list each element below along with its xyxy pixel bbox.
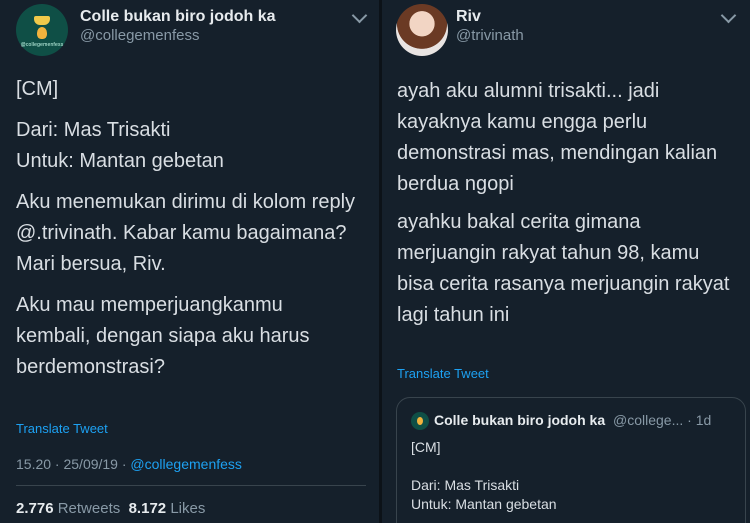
likes-count[interactable]: 8.172 [129,500,167,517]
tweet-line: kayaknya kamu engga perlu [397,111,648,133]
lightbulb-icon [417,417,423,425]
likes-label[interactable]: Likes [170,500,205,517]
chevron-down-icon[interactable] [720,7,737,24]
user-handle[interactable]: @trivinath [456,27,524,44]
tweet-left: @collegemenfess Colle bukan biro jodoh k… [0,0,379,523]
tweet-right: Riv @trivinath ayah aku alumni trisakti.… [382,0,750,523]
display-name[interactable]: Riv [456,8,481,26]
quoted-display-name: Colle bukan biro jodoh ka [434,412,606,428]
tweet-line: Aku menemukan dirimu di kolom reply [16,191,356,213]
quoted-line: [CM] [411,439,441,455]
tweet-line: Untuk: Mantan gebetan [16,150,224,172]
retweets-count[interactable]: 2.776 [16,500,54,517]
tweet-line: kembali, dengan siapa aku harus [16,325,310,347]
translate-tweet-link[interactable]: Translate Tweet [16,421,108,436]
avatar[interactable]: @collegemenfess [16,4,68,56]
tweet-line: berdemonstrasi? [16,356,165,378]
quoted-tweet[interactable]: Colle bukan biro jodoh ka @college... · … [396,397,746,523]
tweet-line: Dari: Mas Trisakti [16,119,171,141]
avatar [411,412,429,430]
display-name[interactable]: Colle bukan biro jodoh ka [80,8,276,26]
avatar-text: @collegemenfess [20,42,64,48]
tweet-line: Mari bersua, Riv. [16,253,166,275]
graduation-cap-icon [34,16,50,25]
avatar[interactable] [396,4,448,56]
lightbulb-icon [37,27,47,39]
source-link[interactable]: @collegemenfess [130,456,242,472]
tweet-line: @.trivinath. Kabar kamu bagaimana? [16,222,347,244]
tweet-line: [CM] [16,78,59,100]
timestamp-text: 15.20 · 25/09/19 · [16,456,131,472]
divider [16,485,366,486]
tweet-line: Aku mau memperjuangkanmu [16,294,283,316]
user-handle[interactable]: @collegemenfess [80,27,199,44]
quoted-line: Untuk: Mantan gebetan [411,496,557,512]
tweet-line: berdua ngopi [397,173,514,195]
retweets-label[interactable]: Retweets [58,500,121,517]
tweet-line: ayahku bakal cerita gimana [397,211,641,233]
quoted-handle: @college... · 1d [613,412,712,428]
tweet-line: ayah aku alumni trisakti... jadi [397,80,660,102]
engagement-stats: 2.776 Retweets 8.172 Likes [16,500,205,517]
translate-tweet-link[interactable]: Translate Tweet [397,366,489,381]
tweet-line: merjuangin rakyat tahun 98, kamu [397,242,700,264]
tweet-line: lagi tahun ini [397,304,510,326]
chevron-down-icon[interactable] [351,7,368,24]
quoted-line: Dari: Mas Trisakti [411,477,520,493]
tweet-line: demonstrasi mas, mendingan kalian [397,142,718,164]
tweet-line: bisa cerita rasanya merjuangin rakyat [397,273,730,295]
tweet-timestamp: 15.20 · 25/09/19 · @collegemenfess [16,456,242,472]
